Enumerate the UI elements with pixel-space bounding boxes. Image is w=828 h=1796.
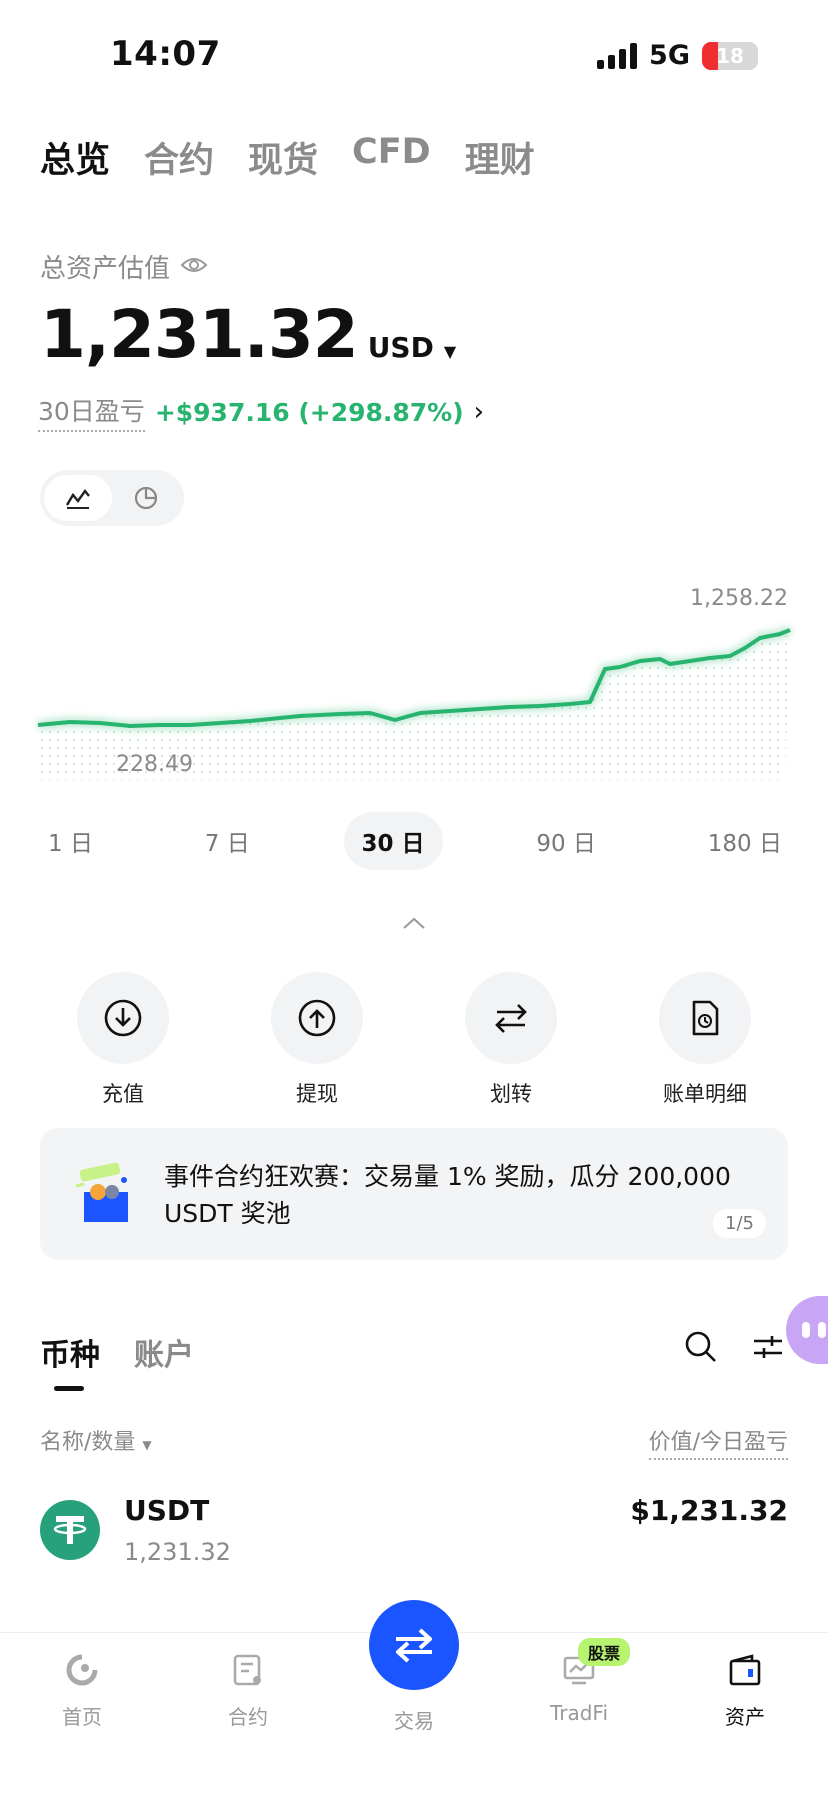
range-1d[interactable]: 1 日 (30, 812, 111, 870)
nav-contract-label: 合约 (228, 1705, 268, 1729)
pie-chart-icon[interactable] (112, 475, 180, 521)
trade-icon (396, 1628, 432, 1663)
assistant-bubble[interactable] (786, 1296, 828, 1364)
pnl-label: 30日盈亏 (38, 392, 145, 432)
wallet-icon (729, 1654, 761, 1686)
filter-icon[interactable] (752, 1332, 784, 1366)
withdraw-icon (271, 972, 363, 1064)
currency-selector[interactable]: USD (368, 331, 434, 364)
battery-icon: 18 (702, 41, 758, 70)
line-chart-icon[interactable] (44, 475, 112, 521)
promo-banner[interactable]: 事件合约狂欢赛：交易量 1% 奖励，瓜分 200,000 USDT 奖池 1/5 (40, 1128, 788, 1260)
usdt-icon (40, 1500, 100, 1560)
chart-min-label: 228.49 (116, 752, 193, 777)
asset-sub-tabs: 币种 账户 (40, 1330, 194, 1374)
transfer-icon (465, 972, 557, 1064)
list-header-left[interactable]: 名称/数量 ▼ (40, 1424, 152, 1456)
trade-button[interactable] (369, 1600, 459, 1690)
top-tabs: 总览 合约 现货 CFD 理财 (40, 132, 535, 183)
nav-assets[interactable]: 资产 (690, 1653, 800, 1730)
total-assets-value-row: 1,231.32 USD ▼ (40, 296, 456, 373)
network-label: 5G (649, 40, 690, 71)
range-7d[interactable]: 7 日 (187, 812, 268, 870)
asset-value: $1,231.32 (630, 1494, 788, 1527)
chart-type-toggle (40, 470, 184, 526)
nav-tradfi-label: TradFi (549, 1701, 609, 1725)
bill-icon (659, 972, 751, 1064)
banner-page-indicator: 1/5 (713, 1209, 766, 1238)
collapse-icon[interactable] (402, 908, 426, 936)
bill-label: 账单明细 (663, 1082, 747, 1106)
total-assets-label: 总资产估值 (40, 254, 171, 284)
tab-accounts[interactable]: 账户 (134, 1330, 194, 1374)
pnl-value: +$937.16 (+298.87%) (154, 397, 464, 427)
transfer-label: 划转 (490, 1082, 532, 1106)
list-header-right[interactable]: 价值/今日盈亏 (648, 1424, 788, 1460)
transfer-button[interactable]: 划转 (436, 972, 586, 1108)
withdraw-button[interactable]: 提现 (242, 972, 392, 1108)
nav-home[interactable]: 首页 (27, 1653, 137, 1730)
caret-down-icon[interactable]: ▼ (444, 342, 456, 361)
range-90d[interactable]: 90 日 (518, 812, 614, 870)
status-icons: 5G 18 (597, 40, 758, 71)
nav-trade-label: 交易 (394, 1709, 434, 1733)
sort-caret-icon: ▼ (142, 1438, 152, 1452)
tab-overview[interactable]: 总览 (40, 132, 110, 183)
home-icon (66, 1654, 98, 1686)
deposit-label: 充值 (102, 1082, 144, 1106)
range-180d[interactable]: 180 日 (690, 812, 800, 870)
banner-text: 事件合约狂欢赛：交易量 1% 奖励，瓜分 200,000 USDT 奖池 (164, 1162, 731, 1228)
list-header-name: 名称/数量 (40, 1430, 136, 1455)
withdraw-label: 提现 (296, 1082, 338, 1106)
tab-spot[interactable]: 现货 (248, 132, 318, 183)
assistant-eye-icon (802, 1322, 810, 1338)
asset-name[interactable]: USDT (124, 1494, 209, 1527)
nav-home-label: 首页 (62, 1705, 102, 1729)
tab-earn[interactable]: 理财 (465, 132, 535, 183)
nav-contract[interactable]: 合约 (193, 1653, 303, 1730)
search-icon[interactable] (684, 1330, 718, 1368)
bill-details-button[interactable]: 账单明细 (630, 972, 780, 1108)
contract-icon (233, 1654, 261, 1686)
tab-futures[interactable]: 合约 (144, 132, 214, 183)
deposit-icon (77, 972, 169, 1064)
signal-icon (597, 42, 638, 69)
eye-icon[interactable] (180, 252, 208, 282)
total-assets-value: 1,231.32 (40, 296, 359, 373)
stock-badge: 股票 (578, 1638, 631, 1666)
nav-trade[interactable]: 交易 (359, 1705, 469, 1734)
active-tab-underline (54, 1386, 84, 1391)
total-assets-label-row: 总资产估值 (40, 248, 208, 285)
chart-max-label: 1,258.22 (690, 586, 788, 611)
battery-level: 18 (716, 43, 744, 68)
range-30d[interactable]: 30 日 (343, 812, 443, 870)
gift-icon (74, 1162, 136, 1230)
tab-cfd[interactable]: CFD (352, 132, 431, 183)
time-range-selector: 1 日 7 日 30 日 90 日 180 日 (30, 812, 800, 870)
tab-coins[interactable]: 币种 (40, 1330, 100, 1374)
asset-quantity: 1,231.32 (124, 1538, 231, 1566)
assistant-eye-icon (818, 1322, 826, 1338)
pnl-row[interactable]: 30日盈亏 +$937.16 (+298.87%) › (38, 392, 484, 432)
nav-assets-label: 资产 (725, 1705, 765, 1729)
status-time: 14:07 (110, 34, 221, 74)
chevron-right-icon: › (473, 397, 485, 427)
deposit-button[interactable]: 充值 (48, 972, 198, 1108)
quick-actions: 充值 提现 划转 账单明细 (48, 972, 780, 1108)
